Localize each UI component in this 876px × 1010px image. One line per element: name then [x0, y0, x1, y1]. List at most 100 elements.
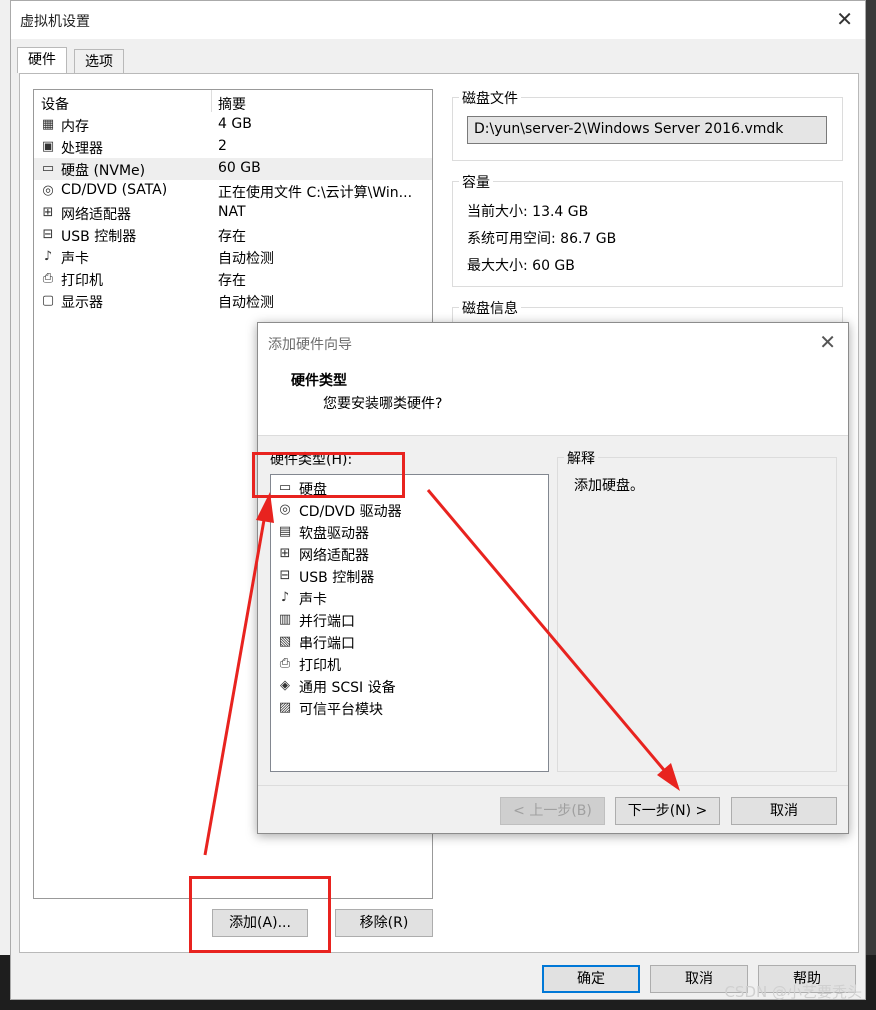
device-summary: 存在: [218, 229, 246, 245]
network-icon: ⊞: [42, 205, 54, 220]
hw-item-label: 网络适配器: [299, 548, 369, 564]
capacity-title: 容量: [459, 172, 493, 192]
desktop-edge: [866, 0, 876, 1010]
max-size-text: 最大大小: 60 GB: [467, 258, 575, 274]
explanation-title: 解释: [564, 448, 598, 468]
hw-item-serial-port[interactable]: ▧ 串行端口: [271, 631, 548, 653]
back-button[interactable]: < 上一步(B): [500, 797, 605, 825]
ok-button[interactable]: 确定: [542, 965, 640, 993]
cpu-icon: ▣: [41, 139, 55, 154]
remove-button[interactable]: 移除(R): [335, 909, 433, 937]
device-summary: NAT: [218, 204, 246, 220]
memory-icon: ▦: [41, 117, 55, 132]
cd-icon: ◎: [279, 502, 291, 517]
cd-icon: ◎: [42, 183, 54, 198]
device-name: CD/DVD (SATA): [61, 182, 168, 198]
wizard-heading: 硬件类型: [291, 373, 347, 389]
device-row-memory[interactable]: ▦ 内存 4 GB: [34, 114, 432, 136]
explanation-group: 解释 添加硬盘。: [557, 448, 837, 772]
device-row-hard-disk[interactable]: ▭ 硬盘 (NVMe) 60 GB: [34, 158, 432, 180]
device-name: 声卡: [61, 251, 89, 267]
disk-file-group: 磁盘文件 D:\yun\server-2\Windows Server 2016…: [452, 88, 843, 161]
highlight-box-hard-disk: [252, 452, 405, 498]
explanation-text: 添加硬盘。: [574, 478, 644, 494]
next-button[interactable]: 下一步(N) >: [615, 797, 720, 825]
hw-item-floppy[interactable]: ▤ 软盘驱动器: [271, 521, 548, 543]
device-summary: 自动检测: [218, 295, 274, 311]
sound-icon: ♪: [43, 249, 53, 264]
device-name: 处理器: [61, 141, 103, 157]
hard-disk-icon: ▭: [41, 161, 55, 176]
wizard-cancel-button[interactable]: 取消: [731, 797, 837, 825]
background-window-edge: [0, 0, 10, 1010]
add-hardware-wizard: 添加硬件向导 ✕ 硬件类型 您要安装哪类硬件? 硬件类型(H): ▭ 硬盘 ◎ …: [257, 322, 849, 834]
hw-item-label: 打印机: [299, 658, 341, 674]
watermark: CSDN @小艺要秃头: [724, 983, 862, 1001]
device-row-sound[interactable]: ♪ 声卡 自动检测: [34, 246, 432, 268]
wizard-question: 您要安装哪类硬件?: [323, 396, 443, 412]
device-name: 打印机: [61, 273, 103, 289]
device-summary: 正在使用文件 C:\云计算\Win...: [218, 185, 413, 201]
scsi-icon: ◈: [280, 678, 290, 693]
printer-icon: ⎙: [279, 656, 291, 671]
wizard-header: 添加硬件向导 ✕ 硬件类型 您要安装哪类硬件?: [258, 323, 848, 436]
capacity-group: 容量 当前大小: 13.4 GB 系统可用空间: 86.7 GB 最大大小: 6…: [452, 172, 843, 287]
column-divider: [211, 90, 212, 112]
hw-item-usb[interactable]: ⊟ USB 控制器: [271, 565, 548, 587]
window-title: 虚拟机设置: [20, 14, 90, 30]
network-icon: ⊞: [279, 546, 291, 561]
device-row-monitor[interactable]: ▢ 显示器 自动检测: [34, 290, 432, 312]
hw-item-cd-dvd[interactable]: ◎ CD/DVD 驱动器: [271, 499, 548, 521]
hardware-type-list[interactable]: ▭ 硬盘 ◎ CD/DVD 驱动器 ▤ 软盘驱动器 ⊞ 网络适配器 ⊟ USB …: [270, 474, 549, 772]
device-row-network[interactable]: ⊞ 网络适配器 NAT: [34, 202, 432, 224]
hw-item-label: 软盘驱动器: [299, 526, 369, 542]
tab-options[interactable]: 选项: [74, 49, 124, 73]
hw-item-scsi[interactable]: ◈ 通用 SCSI 设备: [271, 675, 548, 697]
serial-port-icon: ▧: [278, 634, 292, 649]
device-summary: 2: [218, 138, 227, 154]
device-row-cd-dvd[interactable]: ◎ CD/DVD (SATA) 正在使用文件 C:\云计算\Win...: [34, 180, 432, 202]
wizard-title: 添加硬件向导: [268, 337, 352, 353]
device-name: 网络适配器: [61, 207, 131, 223]
hw-item-label: CD/DVD 驱动器: [299, 504, 402, 520]
hw-item-label: 声卡: [299, 592, 327, 608]
hw-item-sound[interactable]: ♪ 声卡: [271, 587, 548, 609]
hw-item-network[interactable]: ⊞ 网络适配器: [271, 543, 548, 565]
device-name: 内存: [61, 119, 89, 135]
floppy-icon: ▤: [278, 524, 292, 539]
hw-item-label: 可信平台模块: [299, 702, 383, 718]
disk-file-field[interactable]: D:\yun\server-2\Windows Server 2016.vmdk: [467, 116, 827, 144]
usb-icon: ⊟: [42, 227, 54, 242]
device-name: USB 控制器: [61, 229, 137, 245]
disk-info-title: 磁盘信息: [459, 298, 521, 318]
available-space-text: 系统可用空间: 86.7 GB: [467, 231, 617, 247]
column-header-device[interactable]: 设备: [41, 94, 69, 114]
device-name: 硬盘 (NVMe): [61, 163, 146, 179]
parallel-port-icon: ▥: [278, 612, 292, 627]
disk-file-title: 磁盘文件: [459, 88, 521, 108]
device-summary: 自动检测: [218, 251, 274, 267]
column-header-summary[interactable]: 摘要: [218, 94, 246, 114]
printer-icon: ⎙: [42, 271, 54, 286]
hw-item-label: 并行端口: [299, 614, 355, 630]
title-bar: 虚拟机设置 ✕: [11, 1, 865, 39]
hw-item-tpm[interactable]: ▨ 可信平台模块: [271, 697, 548, 719]
device-name: 显示器: [61, 295, 103, 311]
device-row-processor[interactable]: ▣ 处理器 2: [34, 136, 432, 158]
device-summary: 60 GB: [218, 160, 261, 176]
hw-item-printer[interactable]: ⎙ 打印机: [271, 653, 548, 675]
usb-icon: ⊟: [279, 568, 291, 583]
hw-item-label: 通用 SCSI 设备: [299, 680, 396, 696]
device-row-printer[interactable]: ⎙ 打印机 存在: [34, 268, 432, 290]
tab-hardware[interactable]: 硬件: [17, 47, 67, 73]
close-icon[interactable]: ✕: [819, 330, 836, 354]
monitor-icon: ▢: [41, 293, 55, 308]
wizard-divider: [258, 785, 848, 786]
device-row-usb[interactable]: ⊟ USB 控制器 存在: [34, 224, 432, 246]
close-icon[interactable]: ✕: [836, 7, 853, 31]
device-summary: 4 GB: [218, 116, 252, 132]
hw-item-parallel-port[interactable]: ▥ 并行端口: [271, 609, 548, 631]
hw-item-label: 串行端口: [299, 636, 355, 652]
highlight-box-add-button: [189, 876, 331, 953]
sound-icon: ♪: [280, 590, 290, 605]
